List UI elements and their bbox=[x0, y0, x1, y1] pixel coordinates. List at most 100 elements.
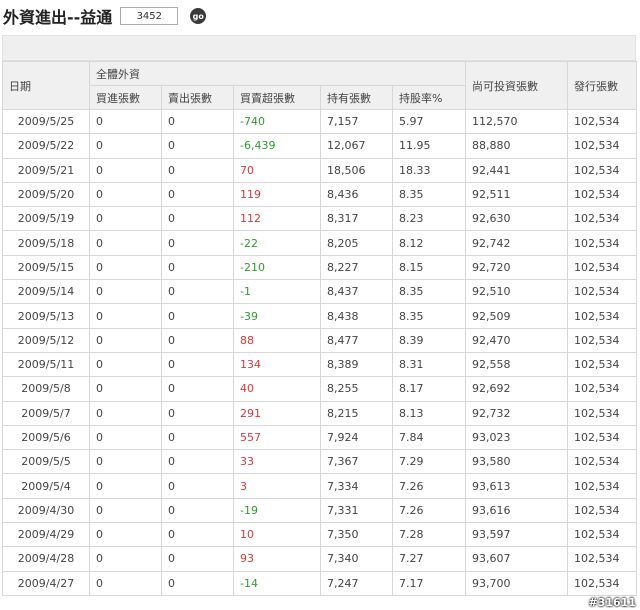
cell-hold: 7,334 bbox=[320, 473, 393, 499]
cell-net: -740 bbox=[233, 108, 321, 135]
cell-net: 557 bbox=[233, 424, 321, 451]
cell-remain: 92,732 bbox=[465, 400, 569, 426]
cell-date: 2009/5/15 bbox=[2, 254, 90, 281]
cell-hold: 8,227 bbox=[320, 254, 393, 281]
cell-sell: 0 bbox=[161, 327, 234, 353]
cell-remain: 92,558 bbox=[465, 351, 569, 378]
cell-pct: 7.17 bbox=[391, 570, 467, 596]
watermark: #31611 bbox=[588, 596, 637, 609]
cell-remain: 93,607 bbox=[465, 546, 569, 572]
cell-date: 2009/5/8 bbox=[2, 376, 90, 402]
cell-date: 2009/5/18 bbox=[2, 230, 90, 256]
cell-sell: 0 bbox=[161, 424, 234, 451]
cell-issued: 102,534 bbox=[567, 546, 638, 572]
table-row: 2009/5/18 0 0 -22 8,205 8.12 92,742 102,534 bbox=[2, 230, 638, 256]
table-row: 2009/5/21 0 0 70 18,506 18.33 92,441 102,534 bbox=[2, 157, 638, 183]
cell-sell: 0 bbox=[161, 230, 234, 256]
cell-buy: 0 bbox=[89, 497, 162, 524]
header-holdings: 持有張數 bbox=[320, 85, 393, 110]
cell-buy: 0 bbox=[89, 351, 162, 378]
go-button[interactable]: go bbox=[190, 8, 207, 24]
cell-sell: 0 bbox=[161, 376, 234, 402]
cell-issued: 102,534 bbox=[567, 206, 638, 232]
cell-buy: 0 bbox=[89, 424, 162, 451]
cell-remain: 93,023 bbox=[465, 424, 569, 451]
cell-hold: 8,389 bbox=[320, 351, 393, 378]
cell-remain: 92,509 bbox=[465, 303, 569, 329]
cell-buy: 0 bbox=[89, 303, 162, 329]
cell-sell: 0 bbox=[161, 570, 234, 596]
cell-pct: 8.31 bbox=[391, 351, 467, 378]
cell-buy: 0 bbox=[89, 522, 162, 548]
cell-remain: 92,742 bbox=[465, 230, 569, 256]
cell-issued: 102,534 bbox=[567, 279, 638, 305]
cell-pct: 7.28 bbox=[391, 522, 467, 548]
cell-buy: 0 bbox=[89, 157, 162, 183]
cell-net: 93 bbox=[233, 546, 321, 572]
table-row: 2009/5/11 0 0 134 8,389 8.31 92,558 102,534 bbox=[2, 351, 638, 378]
cell-date: 2009/4/30 bbox=[2, 497, 90, 524]
cell-remain: 93,700 bbox=[465, 570, 569, 596]
table-row: 2009/5/14 0 0 -1 8,437 8.35 92,510 102,534 bbox=[2, 279, 638, 305]
table-row: 2009/5/19 0 0 112 8,317 8.23 92,630 102,534 bbox=[2, 206, 638, 232]
cell-issued: 102,534 bbox=[567, 449, 638, 475]
cell-hold: 7,340 bbox=[320, 546, 393, 572]
cell-sell: 0 bbox=[161, 206, 234, 232]
cell-hold: 8,438 bbox=[320, 303, 393, 329]
table-row: 2009/5/15 0 0 -210 8,227 8.15 92,720 102,534 bbox=[2, 254, 638, 281]
table-row: 2009/4/27 0 0 -14 7,247 7.17 93,700 102,534 bbox=[2, 570, 638, 596]
header-group-foreign: 全體外資 bbox=[88, 61, 467, 86]
cell-net: -1 bbox=[233, 279, 321, 305]
cell-remain: 92,692 bbox=[465, 376, 569, 402]
cell-buy: 0 bbox=[89, 449, 162, 475]
cell-buy: 0 bbox=[89, 230, 162, 256]
cell-remain: 93,616 bbox=[465, 497, 569, 524]
cell-hold: 8,205 bbox=[320, 230, 393, 256]
table-row: 2009/5/5 0 0 33 7,367 7.29 93,580 102,534 bbox=[2, 449, 638, 475]
table-row: 2009/5/13 0 0 -39 8,438 8.35 92,509 102,534 bbox=[2, 303, 638, 329]
cell-net: 134 bbox=[233, 351, 321, 378]
cell-buy: 0 bbox=[89, 181, 162, 208]
cell-hold: 8,215 bbox=[320, 400, 393, 426]
cell-hold: 8,477 bbox=[320, 327, 393, 353]
cell-date: 2009/5/5 bbox=[2, 449, 90, 475]
cell-pct: 8.12 bbox=[391, 230, 467, 256]
cell-date: 2009/5/20 bbox=[2, 181, 90, 208]
cell-net: 3 bbox=[233, 473, 321, 499]
cell-issued: 102,534 bbox=[567, 400, 638, 426]
cell-hold: 7,924 bbox=[320, 424, 393, 451]
table-row: 2009/4/29 0 0 10 7,350 7.28 93,597 102,534 bbox=[2, 522, 638, 548]
cell-remain: 92,441 bbox=[465, 157, 569, 183]
stock-code-input[interactable] bbox=[120, 7, 179, 25]
cell-sell: 0 bbox=[161, 546, 234, 572]
cell-date: 2009/5/25 bbox=[2, 108, 90, 135]
cell-buy: 0 bbox=[89, 108, 162, 135]
cell-pct: 8.35 bbox=[391, 279, 467, 305]
cell-buy: 0 bbox=[89, 133, 162, 159]
cell-net: 70 bbox=[233, 157, 321, 183]
cell-pct: 5.97 bbox=[391, 108, 467, 135]
cell-hold: 8,317 bbox=[320, 206, 393, 232]
cell-pct: 8.15 bbox=[391, 254, 467, 281]
cell-buy: 0 bbox=[89, 473, 162, 499]
table-row: 2009/5/20 0 0 119 8,436 8.35 92,511 102,534 bbox=[2, 181, 638, 208]
cell-pct: 8.35 bbox=[391, 181, 467, 208]
cell-sell: 0 bbox=[161, 522, 234, 548]
header-sell: 賣出張數 bbox=[161, 85, 234, 110]
cell-buy: 0 bbox=[89, 327, 162, 353]
cell-date: 2009/5/4 bbox=[2, 473, 90, 499]
cell-issued: 102,534 bbox=[567, 376, 638, 402]
cell-issued: 102,534 bbox=[567, 108, 638, 135]
table-row: 2009/5/4 0 0 3 7,334 7.26 93,613 102,534 bbox=[2, 473, 638, 499]
cell-sell: 0 bbox=[161, 473, 234, 499]
cell-buy: 0 bbox=[89, 400, 162, 426]
table-row: 2009/5/7 0 0 291 8,215 8.13 92,732 102,534 bbox=[2, 400, 638, 426]
cell-hold: 8,437 bbox=[320, 279, 393, 305]
cell-date: 2009/5/7 bbox=[2, 400, 90, 426]
cell-sell: 0 bbox=[161, 400, 234, 426]
cell-remain: 92,470 bbox=[465, 327, 569, 353]
cell-hold: 7,367 bbox=[320, 449, 393, 475]
cell-pct: 8.39 bbox=[391, 327, 467, 353]
cell-hold: 7,247 bbox=[320, 570, 393, 596]
cell-net: -14 bbox=[233, 570, 321, 596]
